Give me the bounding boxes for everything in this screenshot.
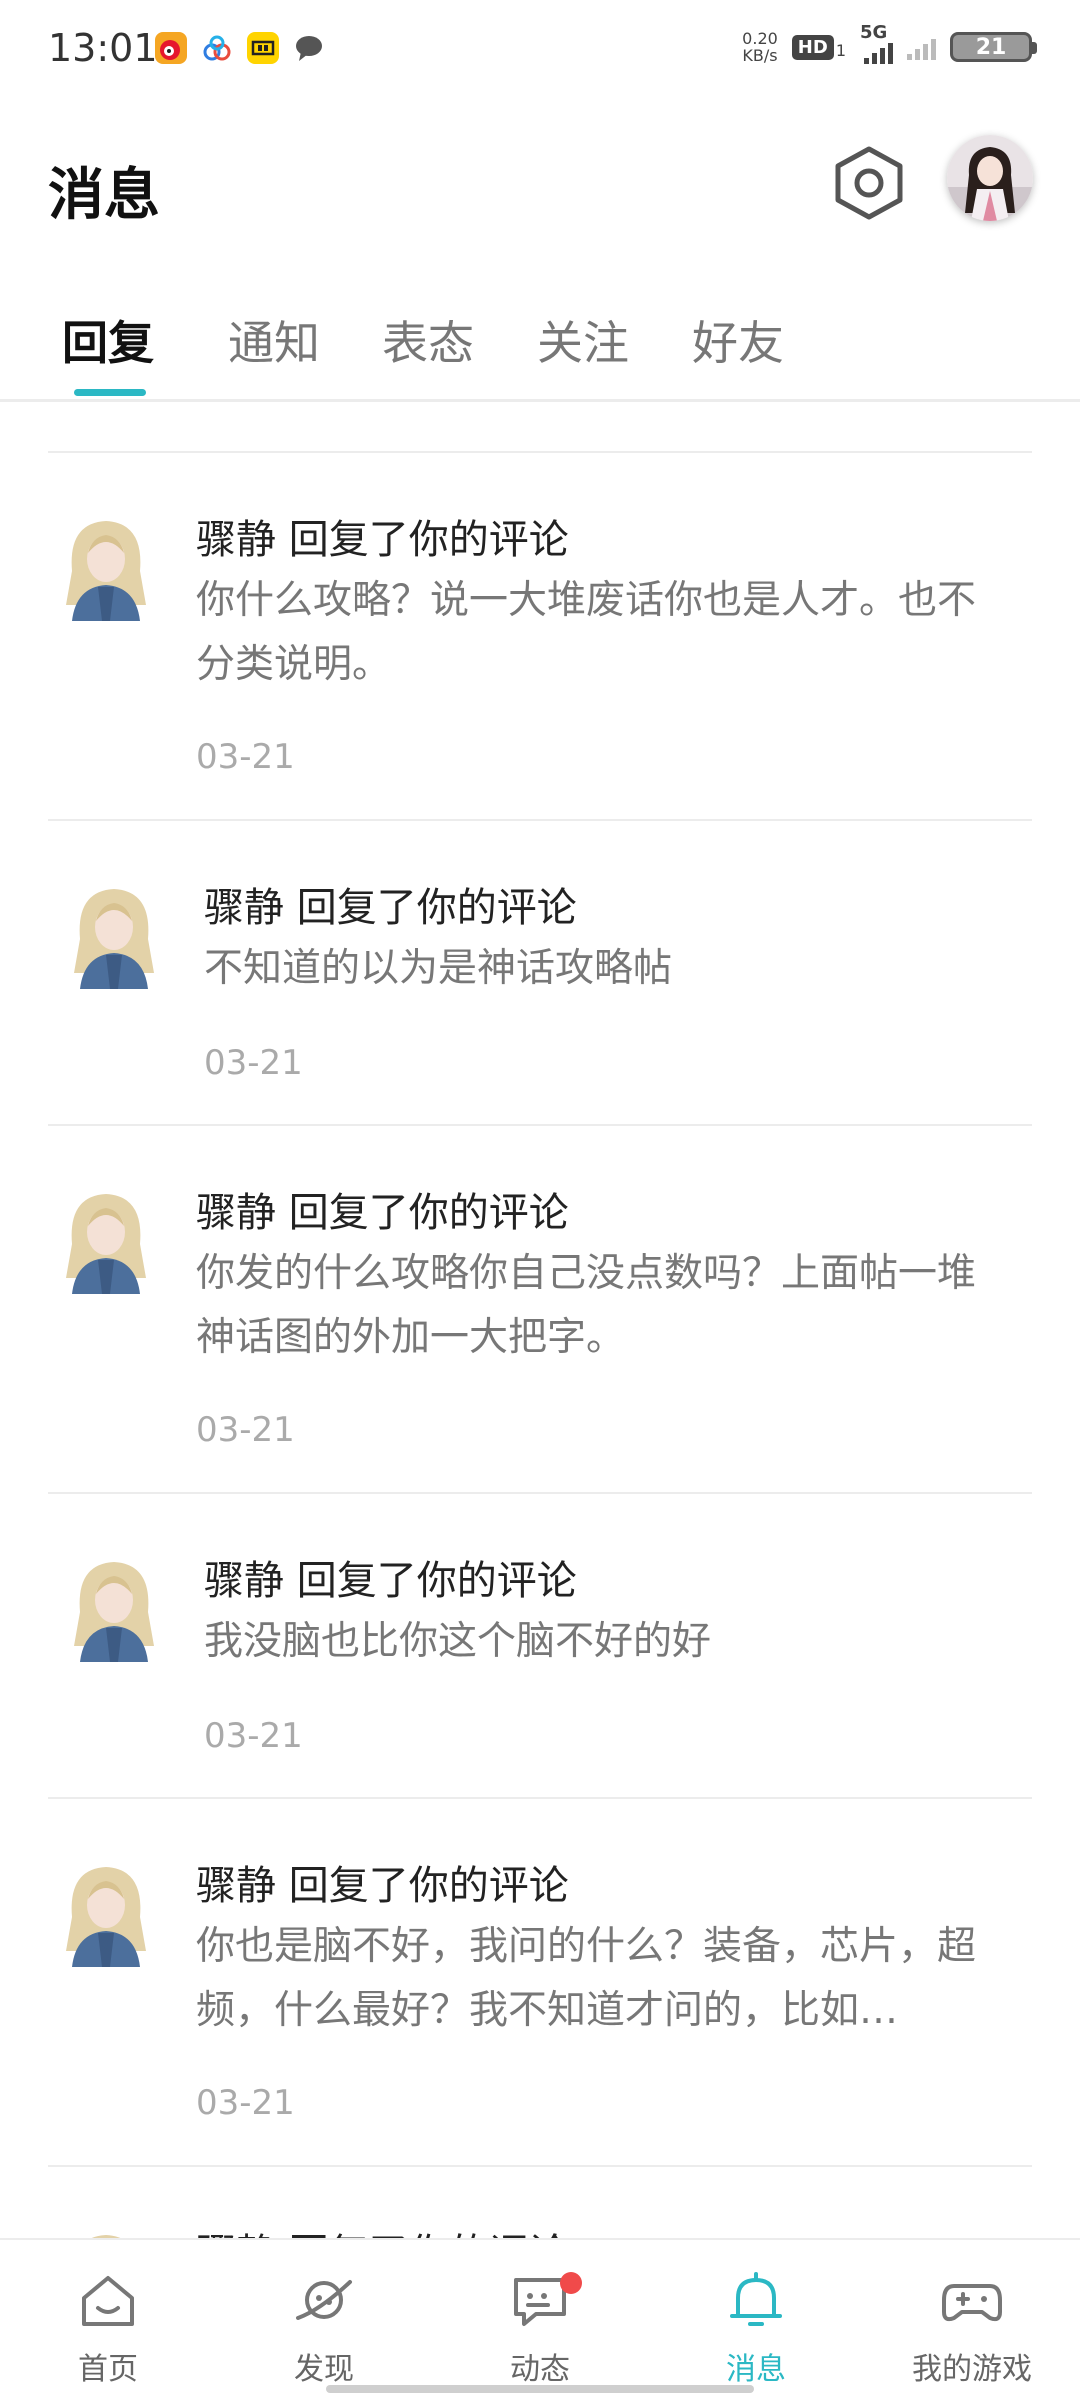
message-date: 03-21 — [196, 737, 295, 777]
weibo-icon — [155, 32, 187, 64]
app-yellow-icon — [247, 32, 279, 64]
net-speed-value: 0.20 — [742, 29, 778, 48]
tab-follow[interactable]: 关注 — [537, 307, 629, 373]
message-title: 骤静 回复了你的评论 — [196, 1190, 569, 1236]
message-item[interactable]: 骤静 回复了你的评论 — [48, 2165, 1032, 2247]
tab-bar: 回复 通知 表态 关注 好友 — [0, 295, 1080, 402]
net-speed-unit: KB/s — [742, 46, 778, 65]
nav-my-games[interactable]: 我的游戏 — [864, 2240, 1080, 2402]
message-title: 骤静 回复了你的评论 — [196, 1863, 569, 1909]
user-avatar[interactable] — [62, 877, 166, 989]
message-date: 03-21 — [204, 1716, 303, 1756]
bottom-nav: 首页 发现 动态 消息 我的游戏 — [0, 2238, 1080, 2402]
message-title: 骤静 回复了你的评论 — [204, 1558, 577, 1604]
network-type: 5G — [860, 22, 888, 43]
tab-notice[interactable]: 通知 — [228, 307, 320, 373]
message-date: 03-21 — [196, 2083, 295, 2123]
battery-icon: 21 — [950, 32, 1037, 62]
nav-feed[interactable]: 动态 — [432, 2240, 648, 2402]
net-speed: 0.20 KB/s — [742, 30, 778, 64]
status-bar: 13:01 0.20 KB/s HD 1 5G 21 — [0, 0, 1080, 100]
message-item[interactable]: 骤静 回复了你的评论 你也是脑不好，我问的什么？装备，芯片，超频，什么最好？我不… — [48, 1797, 1032, 2167]
status-indicators: 0.20 KB/s HD 1 5G 21 — [742, 22, 1037, 64]
tab-reply[interactable]: 回复 — [62, 307, 154, 373]
baidu-cloud-icon — [201, 32, 233, 64]
message-body: 我没脑也比你这个脑不好的好 — [204, 1619, 712, 1664]
home-icon — [82, 2276, 134, 2326]
hd-badge: HD — [791, 34, 834, 60]
message-item[interactable]: 骤静 回复了你的评论 你什么攻略？说一大堆废话你也是人才。也不分类说明。 03-… — [48, 451, 1032, 821]
user-avatar[interactable] — [62, 1550, 166, 1662]
nav-label: 消息 — [726, 2352, 786, 2387]
tab-friends[interactable]: 好友 — [692, 307, 784, 373]
nav-label: 我的游戏 — [912, 2352, 1032, 2387]
hd-indicator: HD 1 — [791, 34, 846, 60]
nav-home[interactable]: 首页 — [0, 2240, 216, 2402]
message-body: 你什么攻略？说一大堆废话你也是人才。也不分类说明。 — [196, 578, 977, 687]
hd-sub: 1 — [835, 40, 846, 60]
gamepad-icon — [942, 2284, 1002, 2322]
signal-bars-secondary-icon — [907, 34, 936, 60]
battery-level: 21 — [975, 34, 1007, 60]
nav-messages[interactable]: 消息 — [648, 2240, 864, 2402]
tab-reaction[interactable]: 表态 — [382, 307, 474, 373]
nav-label: 发现 — [294, 2352, 354, 2387]
nav-discover[interactable]: 发现 — [216, 2240, 432, 2402]
message-item[interactable]: 骤静 回复了你的评论 不知道的以为是神话攻略帖 03-21 — [48, 819, 1032, 1126]
nav-label: 首页 — [78, 2352, 138, 2387]
active-tab-indicator — [74, 389, 146, 396]
message-body: 你发的什么攻略你自己没点数吗？上面帖一堆神话图的外加一大把字。 — [196, 1251, 977, 1360]
planet-icon — [296, 2280, 352, 2320]
user-avatar[interactable] — [54, 1855, 158, 1967]
user-avatar[interactable] — [54, 509, 158, 621]
message-body: 不知道的以为是神话攻略帖 — [204, 946, 673, 991]
settings-icon — [835, 146, 903, 220]
chat-bubble-icon — [293, 32, 325, 64]
message-item[interactable]: 骤静 回复了你的评论 你发的什么攻略你自己没点数吗？上面帖一堆神话图的外加一大把… — [48, 1124, 1032, 1494]
message-body: 你也是脑不好，我问的什么？装备，芯片，超频，什么最好？我不知道才问的，比如… — [196, 1924, 977, 2033]
home-indicator[interactable] — [326, 2385, 754, 2393]
profile-avatar[interactable] — [947, 135, 1033, 221]
settings-button[interactable] — [833, 145, 905, 221]
bell-icon — [730, 2272, 782, 2326]
status-time: 13:01 — [48, 26, 158, 70]
message-title: 骤静 回复了你的评论 — [204, 885, 577, 931]
nav-label: 动态 — [510, 2352, 570, 2387]
message-date: 03-21 — [196, 1410, 295, 1450]
notification-badge — [560, 2272, 582, 2294]
message-date: 03-21 — [204, 1043, 303, 1083]
cell-signal-primary: 5G — [860, 22, 893, 64]
status-app-icons — [155, 32, 325, 64]
message-item[interactable]: 骤静 回复了你的评论 我没脑也比你这个脑不好的好 03-21 — [48, 1492, 1032, 1799]
page-title: 消息 — [48, 163, 160, 228]
message-title: 骤静 回复了你的评论 — [196, 517, 569, 563]
user-avatar[interactable] — [54, 1182, 158, 1294]
